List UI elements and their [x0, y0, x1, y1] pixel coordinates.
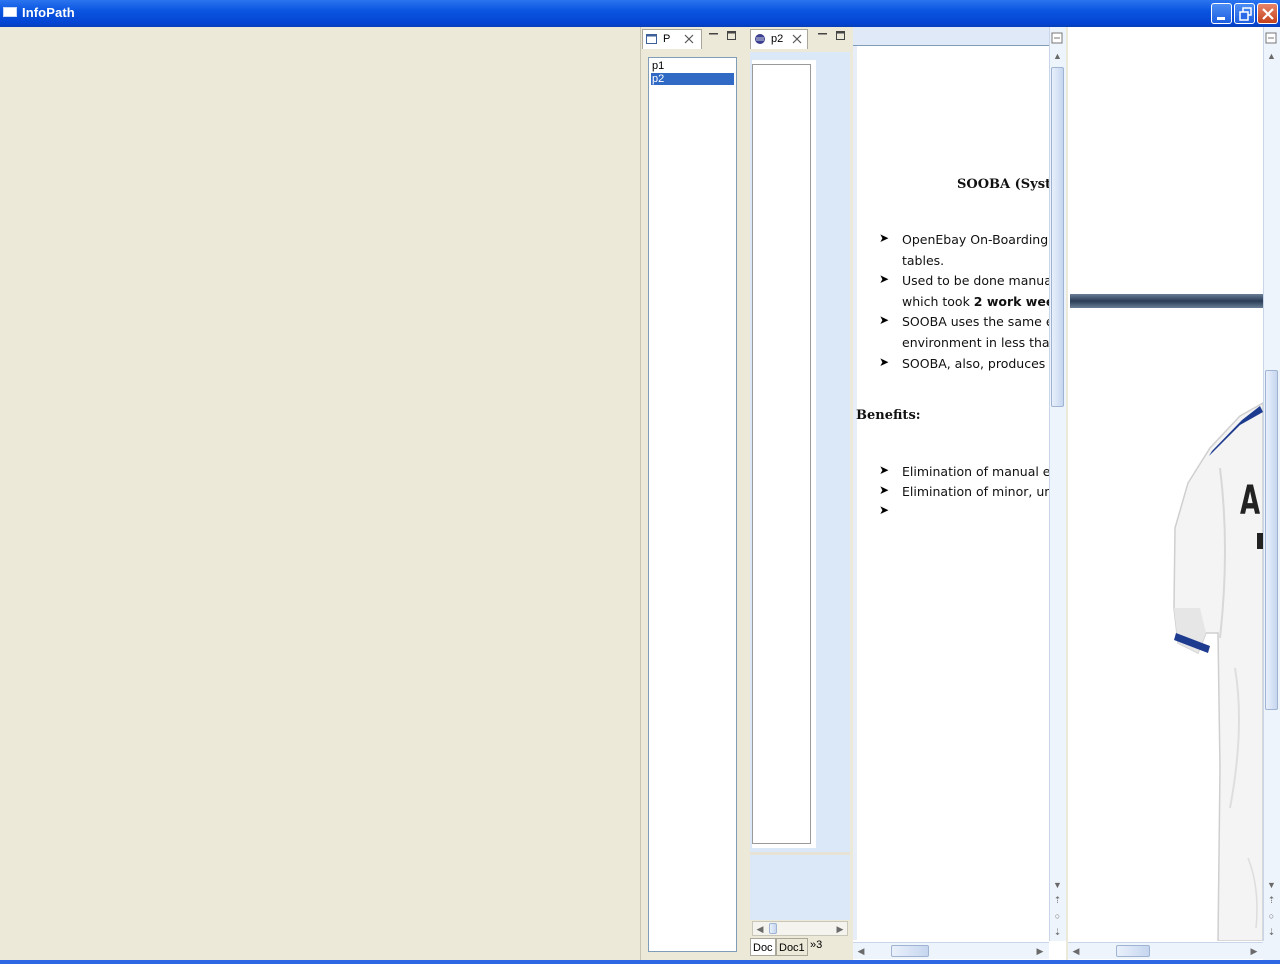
benefits-heading: Benefits: [856, 408, 921, 423]
bullet-1-line-1: OpenEbay On-Boarding i [902, 232, 1049, 247]
minimize-button[interactable] [1211, 3, 1232, 24]
image-horizontal-scrollbar[interactable]: ◀ ▶ [1068, 942, 1263, 959]
scroll-left-icon[interactable]: ◀ [855, 944, 867, 958]
more-tabs-indicator[interactable]: »3 [810, 939, 822, 951]
image-view-upper-pane [1070, 31, 1263, 293]
close-tab-icon[interactable] [683, 33, 695, 45]
scroll-up-icon[interactable]: ▲ [1050, 49, 1065, 63]
tab-p2[interactable]: p2 [750, 29, 808, 49]
bullet-2-line-2: which took 2 work week [902, 294, 1049, 309]
workspace-area [0, 27, 640, 960]
scrollbar-corner [1263, 941, 1280, 960]
scroll-left-icon[interactable]: ◀ [1070, 944, 1082, 958]
restore-button[interactable] [1234, 3, 1255, 24]
window-bottom-border [0, 960, 1280, 964]
split-view-icon[interactable] [1264, 31, 1278, 45]
p2-page-frame[interactable] [752, 64, 811, 844]
bullet-arrow-icon: ➤ [879, 463, 890, 477]
scrollbar-thumb[interactable] [891, 945, 929, 957]
scroll-right-icon[interactable]: ▶ [1248, 944, 1260, 958]
scroll-down-icon[interactable]: ▼ [1264, 878, 1279, 892]
eclipse-icon [755, 34, 765, 44]
scrollbar-thumb[interactable] [769, 923, 777, 934]
shirt-letter: A [1240, 478, 1261, 524]
browse-object-icon[interactable]: ○ [1050, 909, 1065, 923]
minimize-view-icon[interactable] [817, 30, 829, 40]
split-divider[interactable] [1070, 294, 1263, 308]
close-icon [1262, 8, 1274, 20]
bullet-3-line-2: environment in less than [902, 335, 1049, 350]
app-icon [3, 7, 17, 17]
split-view-icon[interactable] [1050, 31, 1064, 45]
scrollbar-thumb[interactable] [1265, 370, 1278, 710]
title-bar[interactable] [0, 0, 1280, 27]
document-title: SOOBA (Syst [957, 177, 1049, 192]
minimize-icon [1217, 17, 1225, 20]
document-left-margin [853, 46, 857, 940]
bullet-2-bold-text: 2 work week [973, 294, 1049, 309]
scroll-left-icon[interactable]: ◀ [754, 922, 766, 935]
document-ruler [853, 27, 1049, 46]
list-item-p1[interactable]: p1 [651, 60, 734, 72]
bullet-arrow-icon: ➤ [879, 483, 890, 497]
scroll-right-icon[interactable]: ▶ [1034, 944, 1046, 958]
next-page-icon[interactable]: ⇣ [1264, 925, 1279, 939]
restore-icon [1239, 7, 1252, 21]
bullet-2-line-2-text: which took [902, 294, 974, 309]
bullet-arrow-icon: ➤ [879, 503, 890, 517]
bullet-arrow-icon: ➤ [879, 272, 890, 286]
window-title: InfoPath [22, 5, 75, 20]
previous-page-icon[interactable]: ⇡ [1050, 893, 1065, 907]
bullet-1-line-2: tables. [902, 253, 945, 268]
scrollbar-thumb[interactable] [1051, 67, 1064, 407]
scroll-right-icon[interactable]: ▶ [834, 922, 846, 935]
benefit-1: Elimination of manual ef [902, 464, 1049, 479]
tab-p-label: P [663, 33, 671, 45]
shirt-image [1173, 402, 1263, 941]
bullet-arrow-icon: ➤ [879, 313, 890, 327]
tab-p[interactable]: P [642, 29, 702, 49]
list-item-p2[interactable]: p2 [651, 73, 734, 85]
image-vertical-scrollbar[interactable]: ▲ ▼ ⇡ ○ ⇣ [1263, 27, 1280, 941]
scroll-down-icon[interactable]: ▼ [1050, 878, 1065, 892]
bullet-3-line-1: SOOBA uses the same ex [902, 314, 1049, 329]
bullet-arrow-icon: ➤ [879, 231, 890, 245]
close-button[interactable] [1257, 3, 1278, 24]
maximize-view-icon[interactable] [835, 30, 847, 42]
p2-horizontal-scrollbar[interactable]: ◀ ▶ [752, 921, 848, 936]
minimize-view-icon[interactable] [708, 30, 720, 40]
benefit-2: Elimination of minor, uni [902, 484, 1049, 499]
bullet-arrow-icon: ➤ [879, 355, 890, 369]
previous-page-icon[interactable]: ⇡ [1264, 893, 1279, 907]
browse-object-icon[interactable]: ○ [1264, 909, 1279, 923]
tab-p2-label: p2 [771, 33, 784, 45]
bullet-2-line-1: Used to be done manual [902, 273, 1049, 288]
view-icon [646, 34, 657, 44]
document-vertical-scrollbar[interactable]: ▲ ▼ ⇡ ○ ⇣ [1049, 27, 1066, 941]
scrollbar-thumb[interactable] [1116, 945, 1150, 957]
p2-canvas-lower [750, 852, 850, 920]
close-tab-icon[interactable] [791, 33, 803, 45]
next-page-icon[interactable]: ⇣ [1050, 925, 1065, 939]
sheet-tab-doc[interactable]: Doc [750, 938, 776, 956]
document-horizontal-scrollbar[interactable]: ◀ ▶ [853, 942, 1049, 959]
sheet-tab-doc1[interactable]: Doc1 [776, 938, 808, 956]
page-list[interactable]: p1 p2 [648, 57, 737, 952]
bullet-4-line-1: SOOBA, also, produces th [902, 356, 1049, 371]
scroll-up-icon[interactable]: ▲ [1264, 49, 1279, 63]
maximize-view-icon[interactable] [726, 30, 738, 42]
